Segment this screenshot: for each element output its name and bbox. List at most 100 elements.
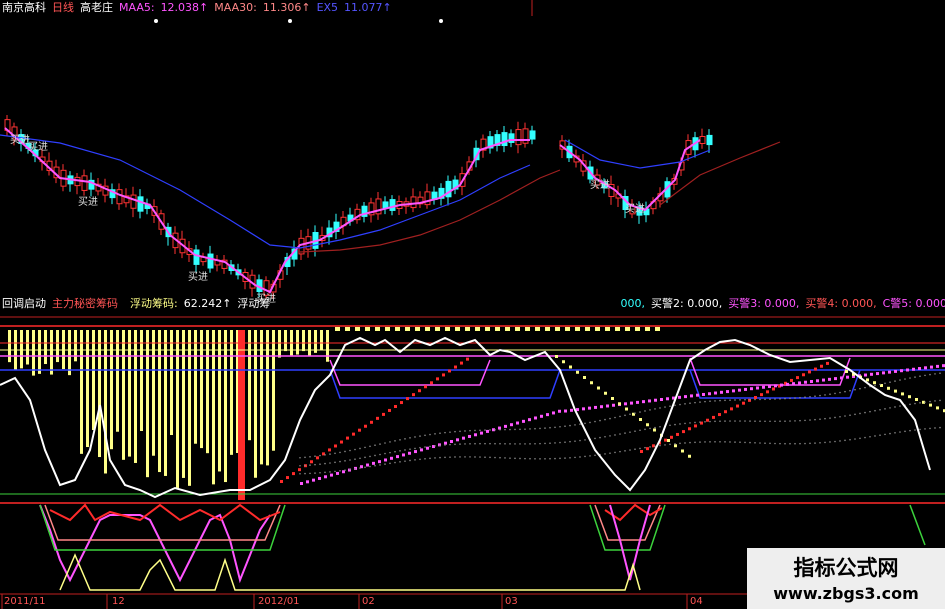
histogram-bar [170, 330, 173, 436]
dot-grey [314, 463, 316, 466]
histogram-bar [92, 330, 95, 431]
dot-grey [354, 467, 356, 470]
dot-grey [634, 448, 636, 451]
ma5-line-right [559, 139, 701, 212]
dot-grey [324, 454, 326, 456]
dot-red [646, 447, 649, 451]
dot-grey [709, 420, 711, 423]
indicator-name: 回调启动 [2, 297, 46, 310]
dot-magenta [918, 367, 921, 371]
dot-grey [659, 444, 661, 447]
dot-magenta [780, 383, 783, 387]
dot-grey [384, 463, 386, 465]
dot-red [424, 385, 427, 389]
dot-red [328, 448, 331, 452]
dot-grey [334, 470, 336, 473]
dot-grey [939, 426, 941, 429]
dot-grey [549, 442, 551, 445]
histogram-bar [565, 327, 570, 331]
axis-ticks [1, 594, 688, 609]
dot-yellow [866, 378, 869, 382]
dot-grey [634, 412, 636, 414]
dot-grey [564, 457, 566, 459]
ma30-label: MAA30: [214, 1, 257, 14]
dot-grey [579, 423, 581, 425]
dot-grey [329, 471, 331, 473]
dot-magenta [504, 424, 507, 428]
dot-grey [554, 457, 556, 460]
dot-grey [834, 416, 836, 419]
dot-magenta [474, 433, 477, 437]
dot-grey [454, 456, 456, 458]
histogram-bar [314, 330, 317, 353]
dot-grey [839, 391, 841, 394]
buy-signal-label: 买进 [625, 203, 645, 215]
dot-grey [724, 420, 726, 422]
histogram-bar [365, 327, 370, 331]
dot-grey [729, 420, 731, 422]
dot-grey [559, 425, 561, 428]
dot-magenta [612, 403, 615, 407]
dot-magenta [834, 377, 837, 381]
dot-red [412, 393, 415, 397]
histogram-bar [545, 327, 550, 331]
dot-magenta [732, 389, 735, 393]
dot-magenta [744, 387, 747, 391]
dot-grey [549, 426, 551, 429]
dot-grey [809, 395, 811, 398]
dot-grey [914, 376, 916, 378]
dot-grey [314, 472, 316, 474]
dot-grey [504, 442, 506, 445]
main-chips-label: 主力秘密筹码 [52, 297, 118, 310]
dot-grey [879, 408, 881, 411]
candle-body [522, 128, 529, 144]
dot-red [448, 369, 451, 373]
dot-grey [504, 428, 506, 431]
histogram-bar [505, 327, 510, 331]
dot-grey [539, 442, 541, 445]
dot-grey [469, 456, 471, 458]
period-label[interactable]: 日线 [52, 1, 74, 15]
candle-body [529, 130, 536, 140]
dot-grey [419, 446, 421, 449]
ma5-value: 12.038↑ [160, 1, 209, 14]
dot-yellow [908, 395, 911, 399]
dot-grey [474, 429, 476, 432]
dot-magenta [846, 375, 849, 379]
dot-red [442, 373, 445, 377]
dot-grey [779, 398, 781, 400]
dot-grey [819, 394, 821, 397]
dot-grey [924, 374, 926, 377]
dot-grey [314, 455, 316, 457]
tag-label: 高老庄 [80, 1, 113, 14]
dot-magenta [840, 376, 843, 380]
dot-grey [514, 443, 516, 445]
dot-magenta [678, 395, 681, 399]
dot-grey [649, 427, 651, 430]
dot-grey [624, 450, 626, 452]
dot-red [466, 357, 469, 361]
dot-grey [614, 416, 616, 419]
dot-grey [374, 464, 376, 467]
date-label: 03 [505, 596, 518, 607]
dot-grey [894, 432, 896, 434]
histogram-bar [296, 330, 299, 355]
dot-magenta [318, 476, 321, 480]
dot-magenta [606, 404, 609, 408]
dot-magenta [708, 392, 711, 396]
dot-magenta [876, 372, 879, 376]
dot-grey [889, 381, 891, 383]
dot-grey [344, 450, 346, 453]
dot-grey [319, 471, 321, 474]
dot-grey [594, 420, 596, 423]
dot-magenta [486, 429, 489, 433]
dot-grey [749, 420, 751, 422]
dot-grey [804, 419, 806, 422]
dot-red [388, 408, 391, 412]
dot-magenta [642, 400, 645, 404]
dot-grey [699, 401, 701, 403]
dot-grey [604, 418, 606, 421]
dot-magenta [300, 482, 303, 485]
dot-grey [929, 427, 931, 430]
dot-grey [914, 429, 916, 431]
